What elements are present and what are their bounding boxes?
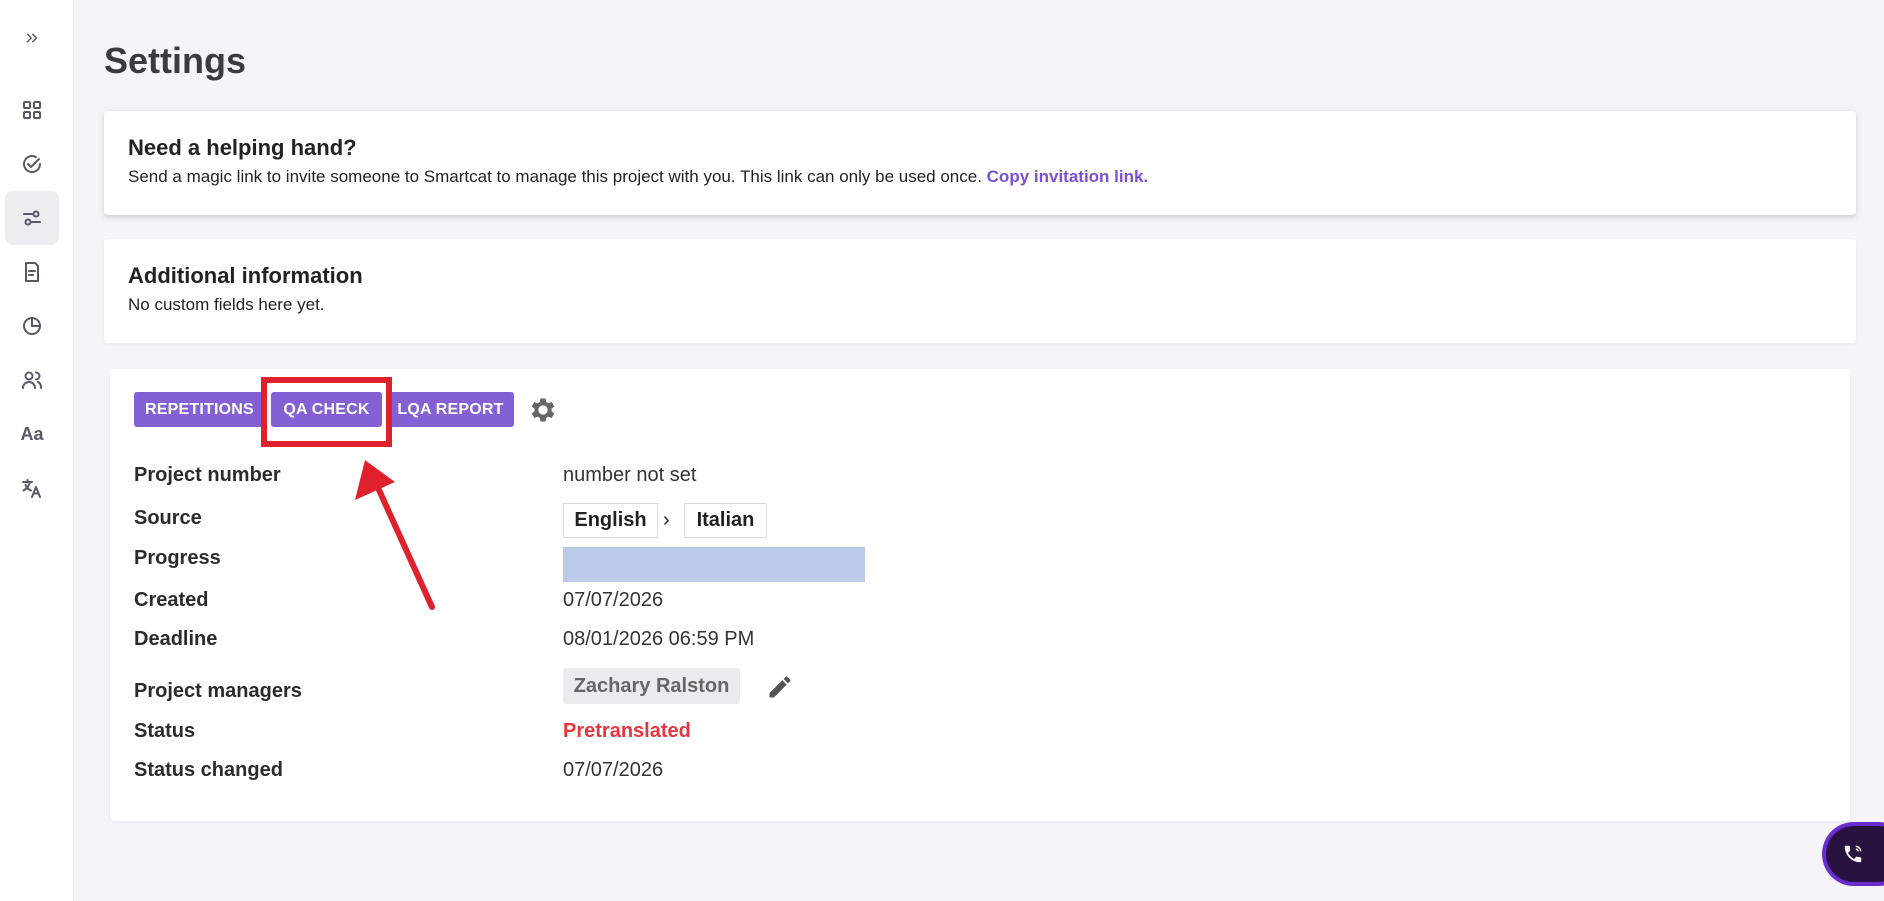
target-language-chip: Italian — [684, 503, 767, 538]
progress-label: Progress — [134, 547, 221, 569]
project-number-value: number not set — [563, 464, 697, 486]
status-label: Status — [134, 720, 196, 742]
project-managers-label: Project managers — [134, 680, 302, 702]
status-value: Pretranslated — [563, 720, 691, 742]
sliders-icon — [23, 210, 41, 226]
chevron-right-icon: › — [663, 509, 670, 531]
source-language-chip: English — [563, 503, 658, 538]
additional-info-card: Additional information No custom fields … — [104, 239, 1856, 343]
qa-check-highlight — [261, 377, 392, 447]
double-chevron-right-icon — [26, 33, 38, 43]
help-card-title: Need a helping hand? — [128, 135, 357, 160]
manager-chip: Zachary Ralston — [563, 668, 740, 704]
additional-info-title: Additional information — [128, 263, 363, 288]
glossary-icon: Aa — [20, 423, 44, 444]
sidebar-item-tasks[interactable] — [5, 137, 59, 191]
additional-info-text: No custom fields here yet. — [128, 295, 325, 314]
created-value: 07/07/2026 — [563, 589, 664, 611]
annotation-arrow — [355, 460, 435, 610]
document-icon — [25, 262, 39, 282]
help-card-description: Send a magic link to invite someone to S… — [128, 167, 982, 186]
sidebar: Aa — [0, 0, 74, 901]
page-title: Settings — [104, 40, 247, 81]
progress-bar — [563, 547, 865, 582]
help-card: Need a helping hand? Send a magic link t… — [104, 111, 1856, 215]
deadline-value: 08/01/2026 06:59 PM — [563, 628, 755, 650]
status-changed-label: Status changed — [134, 759, 283, 781]
gear-icon[interactable] — [527, 394, 559, 426]
expand-sidebar-button[interactable] — [5, 11, 59, 65]
source-label: Source — [134, 507, 202, 529]
sidebar-item-dashboard[interactable] — [5, 83, 59, 137]
sidebar-item-translation-memory[interactable] — [5, 461, 59, 515]
users-icon — [22, 371, 42, 389]
repetitions-button[interactable]: REPETITIONS — [134, 392, 265, 427]
sidebar-item-settings[interactable] — [5, 191, 59, 245]
sidebar-item-documents[interactable] — [5, 245, 59, 299]
copy-invitation-link[interactable]: Copy invitation link. — [987, 167, 1149, 186]
sidebar-item-team[interactable] — [5, 353, 59, 407]
translate-icon — [22, 479, 41, 498]
deadline-label: Deadline — [134, 628, 218, 650]
status-changed-value: 07/07/2026 — [563, 759, 664, 781]
pencil-icon[interactable] — [766, 673, 794, 701]
pie-chart-icon — [23, 317, 41, 335]
help-card-text: Send a magic link to invite someone to S… — [128, 167, 1832, 187]
phone-icon — [1844, 845, 1862, 863]
sidebar-item-glossary[interactable]: Aa — [5, 407, 59, 461]
grid-icon — [23, 101, 41, 119]
sidebar-item-statistics[interactable] — [5, 299, 59, 353]
project-number-label: Project number — [134, 464, 281, 486]
check-circle-icon — [23, 155, 42, 173]
call-support-button[interactable] — [1826, 826, 1884, 882]
created-label: Created — [134, 589, 209, 611]
lqa-report-button[interactable]: LQA REPORT — [387, 392, 514, 427]
